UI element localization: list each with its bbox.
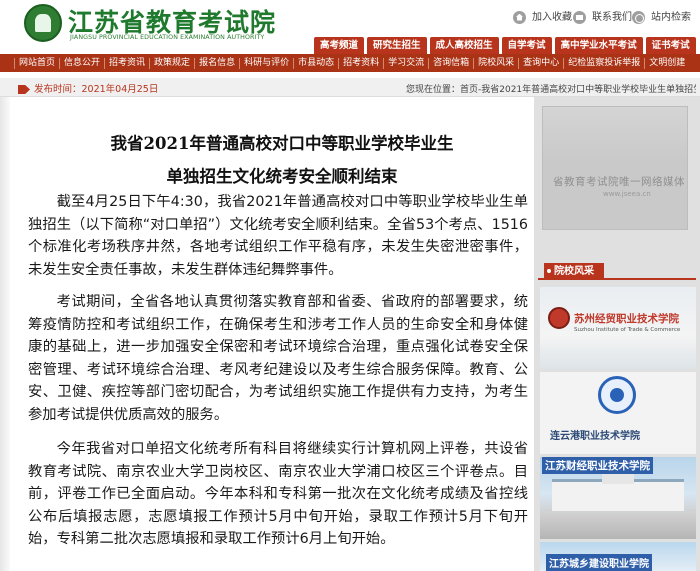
nav-item-registration[interactable]: 报名信息 — [194, 57, 239, 69]
nav-item-policy[interactable]: 政策规定 — [149, 57, 194, 69]
campus-name: 苏州经贸职业技术学院 — [574, 313, 679, 325]
nav-item-exchange[interactable]: 学习交流 — [383, 57, 428, 69]
campus-name: 江苏财经职业技术学院 — [542, 457, 653, 474]
article-title-line2: 单独招生文化统考安全顺利结束 — [166, 167, 398, 186]
nav-item-civilization[interactable]: 文明创建 — [644, 57, 689, 69]
tab-graduate[interactable]: 研究生招生 — [367, 37, 427, 54]
left-edge-shadow — [0, 97, 10, 571]
banner-background — [543, 107, 687, 162]
article-title-line1: 我省2021年普通高校对口中等职业学校毕业生 — [110, 134, 454, 153]
nav-item-research[interactable]: 科研与评价 — [239, 57, 293, 69]
site-name-en: JIANGSU PROVINCIAL EDUCATION EXAMINATION… — [70, 34, 265, 41]
tab-academic-level[interactable]: 高中学业水平考试 — [554, 37, 643, 54]
nav-item-query[interactable]: 查询中心 — [518, 57, 563, 69]
campus-box-title[interactable]: 院校风采 — [544, 263, 604, 280]
add-favorite-link[interactable]: 加入收藏 — [513, 8, 572, 24]
site-header: 江苏省教育考试院 JIANGSU PROVINCIAL EDUCATION EX… — [0, 0, 700, 54]
publish-time: 发布时间：2021年04月25日 — [18, 81, 158, 95]
school-emblem-icon — [548, 307, 570, 329]
add-favorite-label: 加入收藏 — [532, 12, 572, 23]
breadcrumb[interactable]: 您现在位置：首页-我省2021年普通高校对口中等职业学校毕业生单独招生... — [406, 82, 696, 95]
article-paragraph: 今年我省对口单招文化统考所有科目将继续实行计算机网上评卷，共设省教育考试院、南京… — [28, 441, 528, 548]
campus-name: 连云港职业技术学院 — [550, 431, 640, 442]
nav-item-campus[interactable]: 院校风采 — [473, 57, 518, 69]
sidebar: 省教育考试院唯一网络媒体 www.jseea.cn 院校风采 苏州经贸职业技术学… — [534, 97, 700, 571]
nav-item-report[interactable]: 纪检监察投诉举报 — [563, 57, 644, 69]
nav-item-mailbox[interactable]: 咨询信箱 — [428, 57, 473, 69]
tab-adult[interactable]: 成人高校招生 — [429, 37, 499, 54]
article-paragraph: 截至4月25日下午4:30，我省2021年普通高校对口中等职业学校毕业生单独招生… — [28, 194, 528, 278]
media-banner[interactable]: 省教育考试院唯一网络媒体 www.jseea.cn — [542, 106, 688, 230]
contact-us-link[interactable]: 联系我们 — [573, 8, 632, 24]
channel-tabs: 高考频道 研究生招生 成人高校招生 自学考试 高中学业水平考试 证书考试 — [314, 37, 696, 54]
nav-item-news[interactable]: 招考资讯 — [104, 57, 149, 69]
site-search-label: 站内检索 — [651, 12, 691, 23]
article-paragraph: 考试期间，全省各地认真贯彻落实教育部和省委、省政府的部署要求，统筹疫情防控和考试… — [28, 294, 528, 423]
nav-item-materials[interactable]: 招考资料 — [338, 57, 383, 69]
map-icon — [632, 10, 645, 24]
campus-box-header: 院校风采 — [538, 263, 696, 280]
school-emblem-icon — [598, 376, 636, 414]
article: 我省2021年普通高校对口中等职业学校毕业生 单独招生文化统考安全顺利结束 截至… — [12, 97, 528, 571]
campus-card[interactable]: 苏州经贸职业技术学院 Suzhou Institute of Trade & C… — [540, 287, 696, 369]
campus-name: 江苏城乡建设职业学院 — [546, 554, 652, 571]
arrow-icon — [18, 85, 30, 94]
campus-card[interactable]: 江苏财经职业技术学院 — [540, 457, 696, 539]
campus-card[interactable]: 连云港职业技术学院 — [540, 372, 696, 454]
campus-name-en: Suzhou Institute of Trade & Commerce — [574, 327, 681, 333]
nav-item-home[interactable]: 网站首页 — [14, 57, 59, 69]
contact-us-label: 联系我们 — [592, 12, 632, 23]
tab-certificate[interactable]: 证书考试 — [645, 37, 696, 54]
main-nav: 网站首页 信息公开 招考资讯 政策规定 报名信息 科研与评价 市县动态 招考资料… — [0, 54, 700, 72]
tab-self-study[interactable]: 自学考试 — [501, 37, 552, 54]
campus-building-image — [552, 472, 684, 511]
campus-card[interactable]: 江苏城乡建设职业学院 — [540, 542, 696, 571]
banner-url: www.jseea.cn — [603, 190, 651, 198]
site-search-link[interactable]: 站内检索 — [632, 8, 691, 24]
info-bar: 发布时间：2021年04月25日 您现在位置：首页-我省2021年普通高校对口中… — [0, 78, 700, 97]
publish-time-text: 发布时间：2021年04月25日 — [34, 84, 159, 95]
banner-text: 省教育考试院唯一网络媒体 — [553, 176, 685, 188]
site-logo-icon[interactable] — [24, 4, 62, 42]
home-icon — [513, 10, 526, 24]
contact-icon — [573, 10, 586, 24]
tab-gaokao[interactable]: 高考频道 — [314, 37, 365, 54]
nav-item-info-disclosure[interactable]: 信息公开 — [59, 57, 104, 69]
nav-item-city-news[interactable]: 市县动态 — [293, 57, 338, 69]
